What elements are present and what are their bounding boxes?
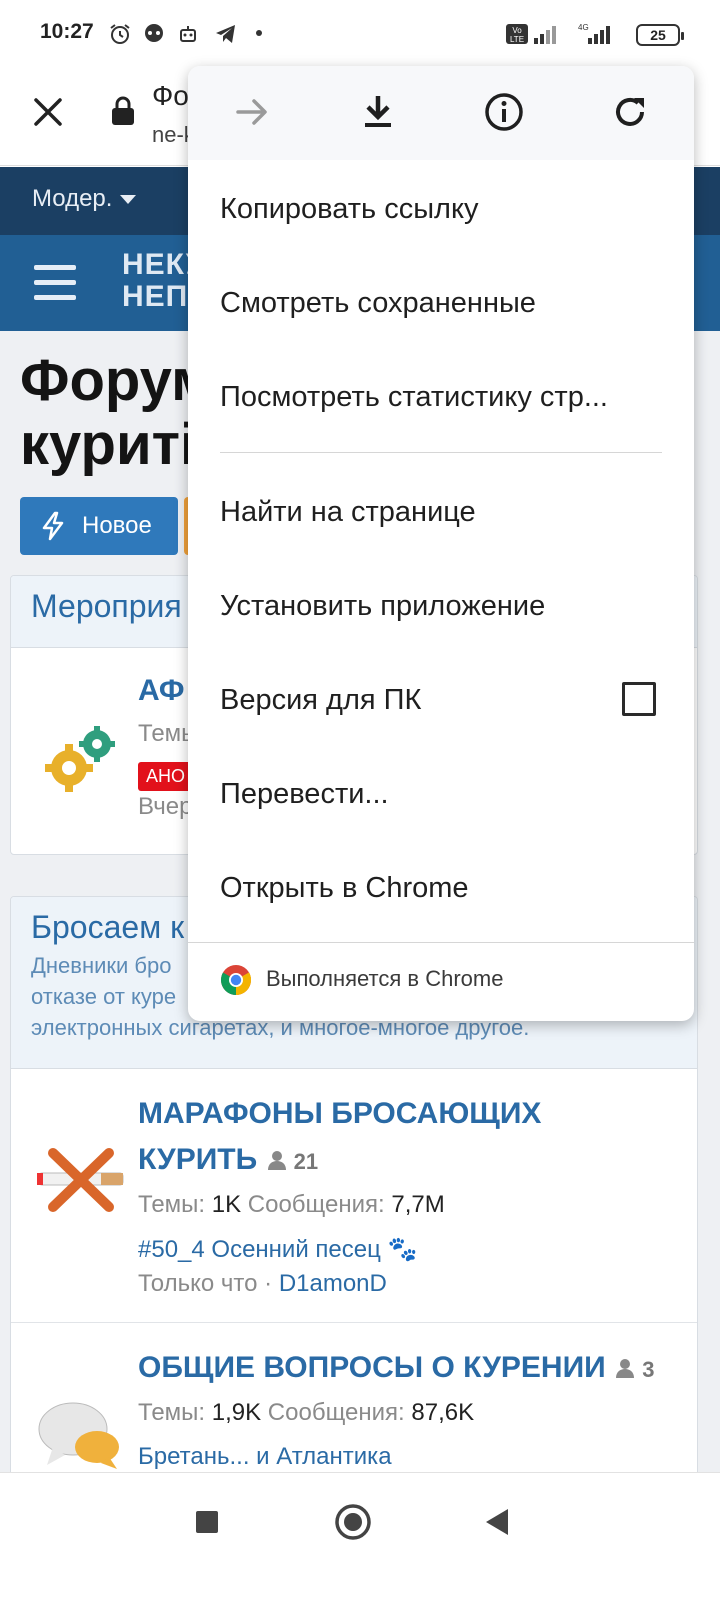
threads-label: Темы: — [138, 1399, 206, 1426]
forum-node: МАРАФОНЫ БРОСАЮЩИХ КУРИТЬ 21 Темы: 1K Со… — [11, 1069, 697, 1323]
menu-divider — [220, 452, 662, 453]
bolt-icon — [42, 511, 64, 541]
last-post-link[interactable]: Бретань... и Атлантика — [138, 1443, 677, 1471]
node-title-line-1: ОБЩИЕ ВОПРОСЫ О КУРЕНИИ — [138, 1351, 606, 1384]
node-users: 21 — [266, 1149, 319, 1174]
node-users-count: 3 — [642, 1357, 655, 1382]
volte-signal-icon: VoLTE — [506, 24, 556, 44]
user-icon — [616, 1359, 635, 1378]
running-in-chrome-text: Выполняется в Chrome — [266, 966, 504, 991]
menu-item-install-app[interactable]: Установить приложение — [220, 559, 664, 653]
moderation-menu[interactable]: Модер. — [32, 185, 137, 213]
status-bar: 10:27 Vo LTE 4G 25 — [0, 0, 720, 66]
menu-toolbar — [188, 66, 694, 160]
menu-item-open-in-chrome[interactable]: Открыть в Chrome — [220, 841, 664, 935]
last-post-time: Только что · — [138, 1270, 273, 1297]
last-post-meta: Только что · D1amonD — [138, 1270, 677, 1298]
forum-node-title[interactable]: МАРАФОНЫ БРОСАЮЩИХ КУРИТЬ 21 — [138, 1091, 677, 1185]
svg-text:LTE: LTE — [510, 35, 524, 44]
announcement-badge: АНО — [138, 762, 194, 791]
new-posts-button[interactable]: Новое — [20, 497, 178, 555]
home-icon[interactable] — [334, 1503, 372, 1541]
page-title-line-2: куриті — [20, 412, 197, 477]
menu-item-copy-link[interactable]: Копировать ссылку — [220, 162, 664, 256]
menu-item-desktop-site[interactable]: Версия для ПК — [220, 653, 584, 747]
node-users-count: 21 — [293, 1149, 319, 1174]
chat-bubbles-icon — [38, 1402, 119, 1469]
system-navigation-bar — [0, 1472, 720, 1600]
close-icon[interactable] — [28, 92, 68, 132]
forum-page-title: Форум куриті — [20, 349, 214, 477]
app-notification-icon — [145, 24, 163, 42]
menu-item-page-stats[interactable]: Посмотреть статистику стр... — [220, 350, 664, 444]
back-icon[interactable] — [484, 1507, 510, 1537]
menu-item-translate[interactable]: Перевести... — [220, 747, 664, 841]
refresh-icon[interactable] — [610, 92, 650, 132]
robot-icon — [180, 26, 196, 42]
chrome-logo-icon — [220, 965, 252, 995]
gears-icon — [45, 726, 115, 792]
download-icon[interactable] — [358, 92, 398, 132]
menu-divider — [188, 942, 694, 943]
forum-node-body: МАРАФОНЫ БРОСАЮЩИХ КУРИТЬ 21 Темы: 1K Со… — [138, 1091, 677, 1298]
node-title-line-1: МАРАФОНЫ БРОСАЮЩИХ — [138, 1097, 542, 1130]
node-stats: Темы: 1,9K Сообщения: 87,6K — [138, 1399, 677, 1427]
node-title-line-2: КУРИТЬ — [138, 1143, 258, 1176]
page-title-text[interactable]: Фо — [152, 80, 189, 112]
more-notifications-dot-icon — [256, 30, 262, 36]
overflow-menu: Копировать ссылку Смотреть сохраненные П… — [188, 66, 694, 1021]
threads-count: 1,9K — [211, 1399, 262, 1426]
last-post-link[interactable]: #50_4 Осенний песец 🐾 — [138, 1235, 677, 1264]
svg-text:Vo: Vo — [512, 26, 522, 35]
node-stats: Темы: 1K Сообщения: 7,7M — [138, 1191, 677, 1219]
lock-icon[interactable] — [110, 96, 136, 126]
no-smoking-icon — [37, 1148, 124, 1212]
last-post-user-link[interactable]: D1amonD — [279, 1270, 387, 1297]
hamburger-menu-icon[interactable] — [34, 265, 76, 301]
menu-item-find-in-page[interactable]: Найти на странице — [220, 465, 664, 559]
svg-text:4G: 4G — [578, 23, 589, 32]
messages-count: 87,6K — [411, 1399, 475, 1426]
forum-node-title[interactable]: ОБЩИЕ ВОПРОСЫ О КУРЕНИИ 3 — [138, 1345, 677, 1393]
new-posts-label: Новое — [82, 512, 152, 539]
moderation-label: Модер. — [32, 185, 113, 212]
4g-signal-icon: 4G — [578, 23, 610, 44]
forward-arrow-icon[interactable] — [232, 92, 272, 132]
status-time: 10:27 — [40, 20, 94, 43]
alarm-icon — [110, 24, 130, 44]
menu-item-view-saved[interactable]: Смотреть сохраненные — [220, 256, 664, 350]
user-icon — [267, 1151, 286, 1170]
battery-indicator: 25 — [636, 24, 684, 46]
recent-apps-icon[interactable] — [194, 1509, 220, 1535]
messages-label: Сообщения: — [247, 1191, 385, 1218]
threads-count: 1K — [211, 1191, 242, 1218]
desktop-site-checkbox[interactable] — [622, 682, 656, 716]
node-users: 3 — [614, 1357, 654, 1382]
messages-label: Сообщения: — [267, 1399, 405, 1426]
page-title-line-1: Форум — [20, 348, 214, 413]
messages-count: 7,7M — [391, 1191, 445, 1218]
threads-label: Темы: — [138, 1191, 206, 1218]
info-icon[interactable] — [484, 92, 524, 132]
forum-node-body: ОБЩИЕ ВОПРОСЫ О КУРЕНИИ 3 Темы: 1,9K Соо… — [138, 1345, 677, 1471]
telegram-icon — [216, 25, 235, 43]
chevron-down-icon — [120, 195, 137, 205]
